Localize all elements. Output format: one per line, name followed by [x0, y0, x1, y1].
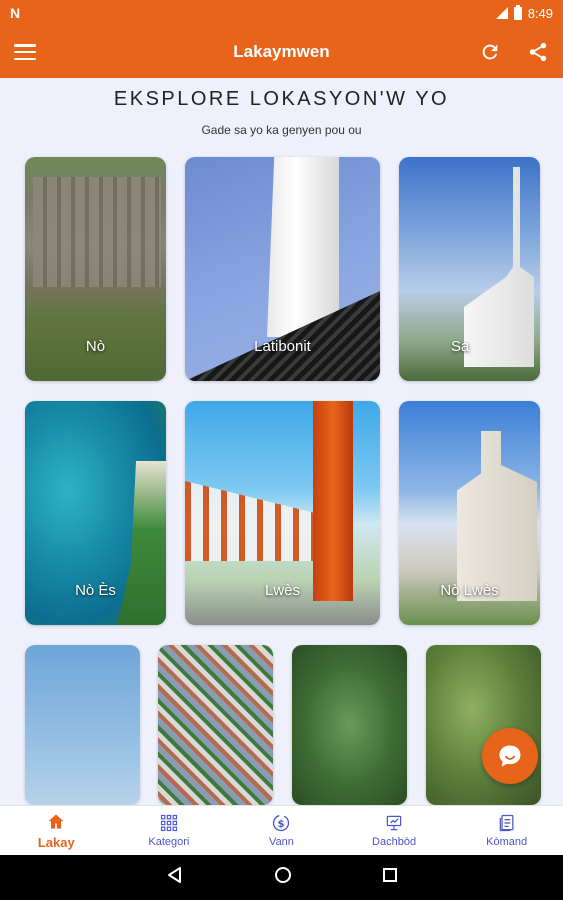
grid-icon — [160, 814, 177, 832]
page-subtitle: Gade sa yo ka genyen pou ou — [201, 123, 362, 137]
system-nav-bar — [0, 855, 563, 900]
location-card-lwes[interactable]: Lwès — [185, 401, 380, 625]
location-label: Nò Lwès — [440, 582, 499, 599]
card-image — [33, 177, 161, 287]
card-image — [457, 431, 537, 601]
card-image-roof — [185, 481, 315, 561]
status-bar: N 8:49 — [0, 0, 563, 26]
location-card-sa[interactable]: Sa — [399, 157, 540, 381]
location-label: Lwès — [264, 582, 301, 599]
home-button-icon[interactable] — [274, 866, 292, 889]
page-title: EKSPLORE LOKASYON'W YO — [113, 88, 450, 110]
category-card[interactable] — [426, 645, 541, 805]
share-icon[interactable] — [527, 41, 549, 63]
location-card-no[interactable]: Nò — [25, 157, 166, 381]
location-label: Latibonit — [254, 338, 311, 355]
nav-label: Vann — [269, 836, 294, 848]
category-card[interactable] — [292, 645, 407, 805]
location-card-no-es[interactable]: Nò Ès — [25, 401, 166, 625]
nav-label: Dachbòd — [372, 836, 417, 848]
nav-label: Kòmand — [486, 836, 528, 848]
nav-item-kategori[interactable]: Kategori — [113, 806, 226, 855]
nav-item-dachbod[interactable]: Dachbòd — [338, 806, 451, 855]
category-card[interactable] — [158, 645, 273, 805]
location-card-latibonit[interactable]: Latibonit — [185, 157, 380, 381]
card-image — [313, 401, 353, 601]
location-label: Nò Ès — [75, 582, 116, 599]
svg-text:$: $ — [278, 819, 285, 830]
home-icon — [48, 814, 64, 829]
app-bar: Lakaymwen — [0, 26, 563, 78]
app-bar-actions — [479, 41, 549, 63]
screen: N 8:49 Lakaymwen EKSPLORE LOKASYON'W YO … — [0, 0, 563, 900]
refresh-icon[interactable] — [479, 41, 501, 63]
menu-icon[interactable] — [14, 44, 36, 60]
card-image — [267, 157, 339, 337]
orders-icon — [499, 814, 514, 832]
status-time: 8:49 — [527, 5, 553, 21]
card-image — [116, 461, 166, 625]
nav-label: Lakay — [37, 834, 75, 850]
signal-icon — [495, 7, 508, 19]
location-label: Nò — [85, 338, 106, 355]
location-label: Sa — [451, 338, 470, 355]
chat-bubble-icon — [499, 745, 521, 767]
category-card[interactable] — [25, 645, 140, 805]
nav-item-lakay[interactable]: Lakay — [0, 806, 113, 855]
nav-item-vann[interactable]: $ Vann — [225, 806, 338, 855]
dollar-cycle-icon: $ — [273, 814, 290, 832]
status-icons: 8:49 — [495, 4, 553, 21]
nav-label: Kategori — [148, 836, 190, 848]
dashboard-icon — [386, 815, 402, 831]
card-image — [464, 167, 534, 367]
recents-icon[interactable] — [382, 867, 398, 888]
chat-button[interactable] — [482, 728, 538, 784]
location-card-no-lwes[interactable]: Nò Lwès — [399, 401, 540, 625]
bottom-nav: Lakay Kategori $ Vann Dachbòd Kòmand — [0, 805, 563, 855]
nav-item-komand[interactable]: Kòmand — [450, 806, 563, 855]
notification-icon: N — [10, 5, 21, 21]
back-icon[interactable] — [166, 866, 184, 889]
battery-icon — [513, 4, 522, 20]
